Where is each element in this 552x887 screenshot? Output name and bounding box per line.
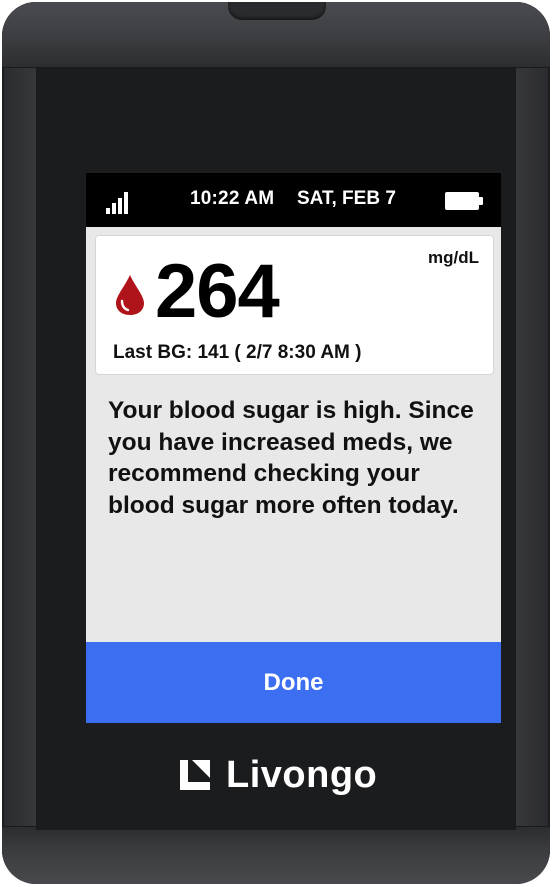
done-button[interactable]: Done — [86, 642, 501, 723]
glucose-value: 264 — [155, 249, 280, 334]
battery-full-icon — [445, 192, 483, 210]
advice-message: Your blood sugar is high. Since you have… — [108, 397, 474, 519]
device-bottom-edge — [2, 826, 550, 884]
glucose-reading-card: 264 mg/dL Last BG: 141 ( 2/7 8:30 AM ) — [95, 235, 494, 375]
livongo-logo-icon — [180, 760, 210, 790]
device-top-edge — [2, 2, 550, 68]
brand-logo: Livongo — [178, 752, 377, 798]
blood-drop-icon — [116, 275, 144, 315]
glucose-unit: mg/dL — [428, 248, 479, 267]
status-time: 10:22 AM — [190, 188, 275, 209]
device-strip-port — [228, 2, 326, 20]
brand-name: Livongo — [226, 753, 378, 796]
cellular-signal-icon — [106, 190, 134, 214]
device-screen: 10:22 AM SAT, FEB 7 264 mg/dL Last BG: 1… — [86, 173, 501, 723]
status-date: SAT, FEB 7 — [297, 188, 396, 209]
status-bar: 10:22 AM SAT, FEB 7 — [86, 173, 501, 227]
last-bg-reading: Last BG: 141 ( 2/7 8:30 AM ) — [113, 342, 362, 363]
